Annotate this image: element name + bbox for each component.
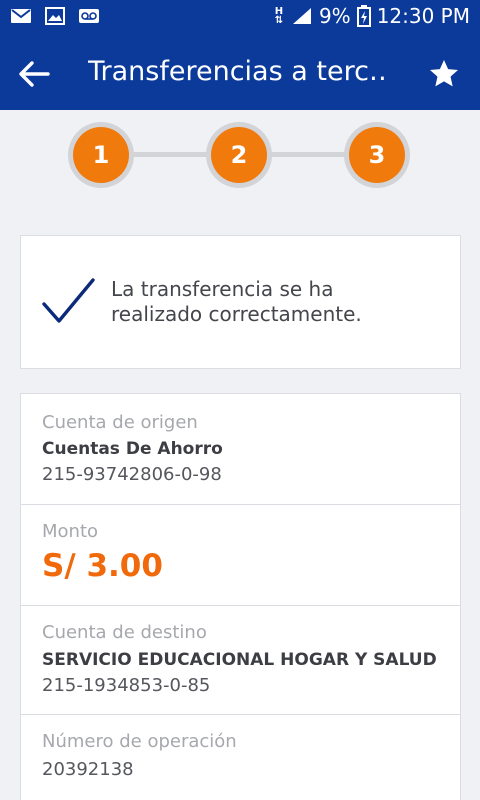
progress-stepper: 1 2 3	[68, 122, 412, 188]
destination-account-row: Cuenta de destino SERVICIO EDUCACIONAL H…	[21, 606, 460, 715]
checkmark-icon	[42, 278, 95, 323]
signal-icon	[292, 8, 311, 24]
operation-label: Número de operación	[42, 731, 237, 752]
app-bar: Transferencias a terc…	[0, 36, 480, 110]
success-message: La transferencia se ha realizado correct…	[111, 277, 362, 326]
battery-percent: 9%	[318, 4, 351, 28]
operation-number: 20392138	[42, 759, 134, 780]
transfer-details-card: Cuenta de origen Cuentas De Ahorro 215-9…	[20, 393, 461, 800]
status-bar: H ⇅ 9% 12:30 PM	[0, 0, 480, 36]
stepper-connector	[128, 152, 218, 157]
page-title: Transferencias a terc…	[88, 56, 388, 87]
destination-account-number: 215-1934853-0-85	[42, 675, 211, 696]
origin-account-number: 215-93742806-0-98	[42, 464, 222, 485]
success-card: La transferencia se ha realizado correct…	[20, 235, 461, 369]
origin-account-type: Cuentas De Ahorro	[42, 439, 223, 459]
amount-label: Monto	[42, 521, 99, 542]
amount-row: Monto S/ 3.00	[21, 505, 460, 606]
origin-label: Cuenta de origen	[42, 412, 198, 433]
destination-account-name: SERVICIO EDUCACIONAL HOGAR Y SALUD	[42, 650, 437, 670]
voicemail-icon	[79, 9, 99, 23]
operation-number-row: Número de operación 20392138	[21, 715, 460, 800]
step-1: 1	[68, 122, 134, 188]
clock: 12:30 PM	[376, 4, 470, 28]
arrow-left-icon[interactable]	[18, 60, 50, 88]
destination-label: Cuenta de destino	[42, 622, 207, 643]
origin-account-row: Cuenta de origen Cuentas De Ahorro 215-9…	[21, 394, 460, 505]
image-icon	[45, 7, 65, 25]
stepper-connector	[264, 152, 354, 157]
mail-icon	[11, 9, 31, 23]
network-type-icon: H ⇅	[274, 6, 284, 26]
battery-icon	[356, 5, 371, 27]
star-icon[interactable]	[428, 58, 460, 90]
step-3: 3	[344, 122, 410, 188]
amount-value: S/ 3.00	[42, 548, 163, 584]
step-2: 2	[206, 122, 272, 188]
